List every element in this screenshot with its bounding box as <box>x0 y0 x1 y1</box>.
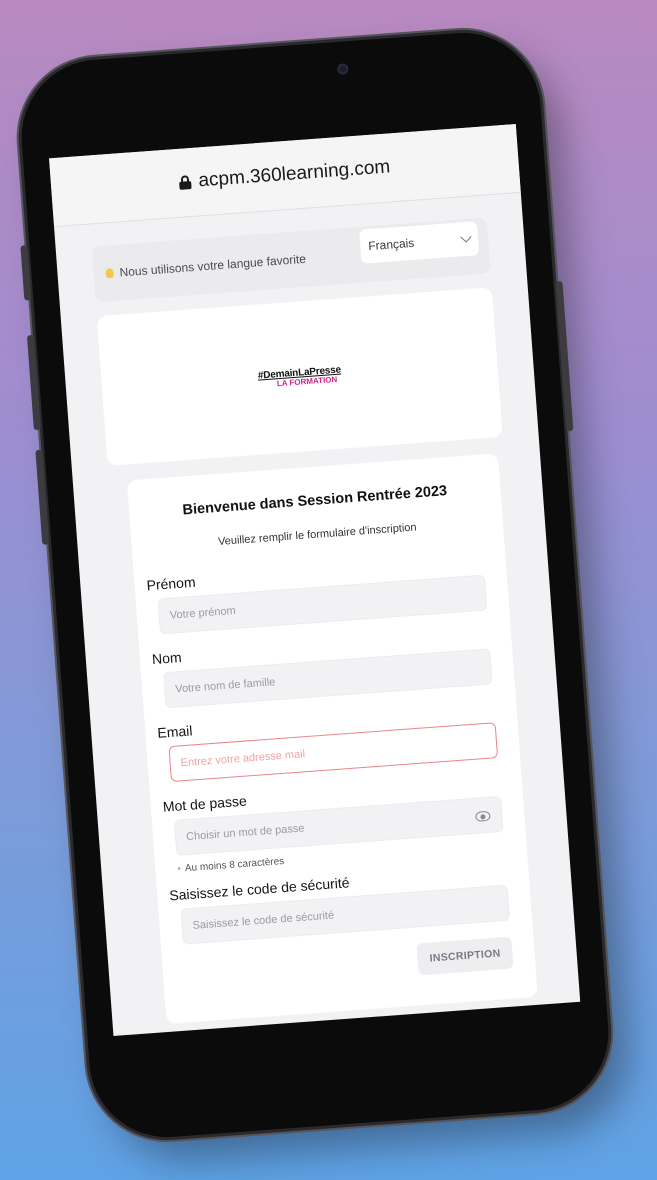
password-hint-text: Au moins 8 caractères <box>184 856 285 875</box>
lock-icon <box>179 175 193 190</box>
power-button <box>555 281 574 432</box>
language-select[interactable]: Français <box>359 221 480 264</box>
page-content: Nous utilisons votre langue favorite Fra… <box>54 193 580 1028</box>
volume-up-button <box>26 334 41 431</box>
form-actions: INSCRIPTION <box>184 936 514 993</box>
phone-frame: acpm.360learning.com Nous utilisons votr… <box>16 27 614 1143</box>
email-field-group: Email <box>157 700 499 783</box>
mute-switch <box>20 245 32 301</box>
lightbulb-icon <box>105 267 114 279</box>
phone-screen: acpm.360learning.com Nous utilisons votr… <box>49 124 581 1036</box>
signup-button[interactable]: INSCRIPTION <box>416 936 514 976</box>
security-code-field-group: Saisissez le code de sécurité <box>169 863 511 945</box>
signup-form: Bienvenue dans Session Rentrée 2023 Veui… <box>126 453 538 1025</box>
form-subtitle: Veuillez remplir le formulaire d'inscrip… <box>217 521 417 548</box>
url-text: acpm.360learning.com <box>197 156 391 192</box>
background: acpm.360learning.com Nous utilisons votr… <box>0 0 657 1180</box>
language-bar: Nous utilisons votre langue favorite Fra… <box>91 217 491 303</box>
language-message: Nous utilisons votre langue favorite <box>119 251 307 280</box>
bullet-icon: • <box>177 863 182 875</box>
language-select-value: Français <box>367 235 415 254</box>
camera-icon <box>336 63 349 75</box>
lastname-field-group: Nom <box>151 626 493 709</box>
logo-card: #DemainLaPresse LA FORMATION <box>96 287 503 466</box>
volume-down-button <box>35 449 50 545</box>
form-title: Bienvenue dans Session Rentrée 2023 <box>182 483 448 519</box>
firstname-field-group: Prénom <box>146 553 488 635</box>
